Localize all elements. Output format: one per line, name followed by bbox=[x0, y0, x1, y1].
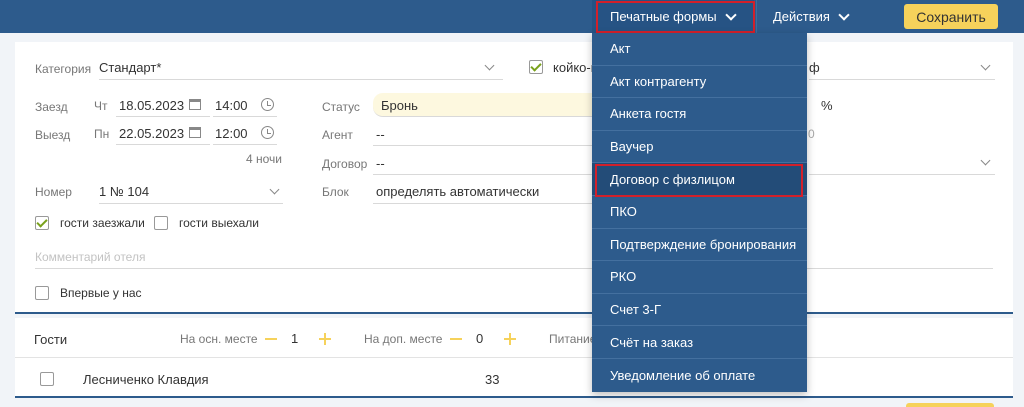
main-place-minus-icon[interactable] bbox=[265, 338, 277, 340]
extra-place-plus-icon[interactable] bbox=[504, 333, 516, 345]
print-forms-menu: Акт Акт контрагенту Анкета гостя Ваучер … bbox=[592, 33, 807, 392]
agent-underline bbox=[373, 145, 605, 146]
actions-button[interactable]: Действия bbox=[756, 0, 866, 33]
menu-item-individual-contract[interactable]: Договор с физлицом bbox=[592, 163, 807, 196]
guests-card: Гости На осн. месте 1 На доп. месте 0 Пи… bbox=[15, 318, 1013, 398]
checkout-time-input[interactable]: 12:00 bbox=[215, 126, 248, 141]
menu-item-act[interactable]: Акт bbox=[592, 33, 807, 66]
checkin-time-underline bbox=[213, 116, 277, 117]
menu-item-booking-confirmation[interactable]: Подтверждение бронирования bbox=[592, 229, 807, 262]
bottom-save-button-edge[interactable] bbox=[906, 403, 994, 407]
chevron-down-icon[interactable] bbox=[980, 155, 991, 166]
first-time-label: Впервые у нас bbox=[60, 286, 142, 300]
status-value: Бронь bbox=[381, 98, 418, 113]
room-underline bbox=[99, 203, 283, 204]
chevron-down-icon[interactable] bbox=[980, 60, 991, 71]
menu-item-pko[interactable]: ПКО bbox=[592, 196, 807, 229]
guests-title: Гости bbox=[34, 332, 68, 347]
extra-place-minus-icon[interactable] bbox=[450, 338, 462, 340]
checkin-date-underline bbox=[116, 116, 210, 117]
guests-checked-in-label: гости заезжали bbox=[60, 216, 145, 230]
block-label: Блок bbox=[322, 185, 349, 199]
contract-label: Договор bbox=[322, 157, 368, 171]
guest-row-checkbox[interactable] bbox=[40, 372, 54, 386]
guest-age: 33 bbox=[485, 372, 500, 387]
clock-icon[interactable] bbox=[261, 98, 274, 111]
checkout-date-underline bbox=[116, 144, 210, 145]
category-select[interactable]: Стандарт* bbox=[99, 60, 161, 75]
guest-name[interactable]: Лесниченко Клавдия bbox=[83, 372, 209, 387]
menu-item-voucher[interactable]: Ваучер bbox=[592, 131, 807, 164]
chevron-down-icon bbox=[838, 8, 850, 21]
calendar-icon[interactable] bbox=[189, 99, 201, 110]
print-forms-button[interactable]: Печатные формы bbox=[592, 0, 754, 33]
actions-label: Действия bbox=[773, 9, 830, 24]
checkout-label: Выезд bbox=[35, 128, 71, 142]
percent-sign: % bbox=[821, 98, 833, 113]
agent-select[interactable]: -- bbox=[376, 127, 385, 142]
extra-place-label: На доп. месте bbox=[364, 332, 443, 346]
menu-item-payment-notice[interactable]: Уведомление об оплате bbox=[592, 359, 807, 392]
category-label: Категория bbox=[35, 62, 92, 76]
menu-item-act-counterparty[interactable]: Акт контрагенту bbox=[592, 66, 807, 99]
agent-label: Агент bbox=[322, 128, 353, 142]
checkin-date-input[interactable]: 18.05.2023 bbox=[119, 98, 184, 113]
first-time-checkbox[interactable] bbox=[35, 286, 49, 300]
chevron-down-icon bbox=[724, 8, 737, 21]
save-button[interactable]: Сохранить bbox=[904, 4, 998, 29]
print-forms-label: Печатные формы bbox=[610, 9, 717, 24]
checkout-date-input[interactable]: 22.05.2023 bbox=[119, 126, 184, 141]
tariff-underline bbox=[809, 79, 995, 80]
chevron-down-icon[interactable] bbox=[269, 184, 280, 195]
contract-right-underline bbox=[809, 174, 995, 175]
block-underline bbox=[373, 203, 605, 204]
booking-card: Категория Стандарт* койко-м ф Заезд Чт 1… bbox=[15, 42, 1013, 314]
menu-item-guest-form[interactable]: Анкета гостя bbox=[592, 98, 807, 131]
guests-checked-out-checkbox[interactable] bbox=[154, 216, 168, 230]
chevron-down-icon[interactable] bbox=[484, 60, 495, 71]
guests-checked-in-checkbox[interactable] bbox=[35, 216, 49, 230]
meals-label: Питание bbox=[549, 332, 597, 346]
menu-item-invoice-3g[interactable]: Счет 3-Г bbox=[592, 294, 807, 327]
main-place-label: На осн. месте bbox=[180, 332, 258, 346]
main-place-plus-icon[interactable] bbox=[319, 333, 331, 345]
agent-right-value: 0 bbox=[808, 127, 815, 141]
block-select[interactable]: определять автоматически bbox=[376, 184, 539, 199]
checkout-day: Пн bbox=[94, 127, 110, 141]
bunk-checkbox[interactable] bbox=[529, 60, 543, 74]
guests-checked-out-label: гости выехали bbox=[179, 216, 259, 230]
menu-item-rko[interactable]: РКО bbox=[592, 261, 807, 294]
nights-count: 4 ночи bbox=[246, 152, 282, 166]
room-select[interactable]: 1 № 104 bbox=[99, 184, 149, 199]
guests-divider bbox=[15, 357, 1013, 358]
calendar-icon[interactable] bbox=[189, 127, 201, 138]
checkin-label: Заезд bbox=[35, 100, 68, 114]
extra-place-count[interactable]: 0 bbox=[476, 331, 483, 346]
clock-icon[interactable] bbox=[261, 126, 274, 139]
checkout-time-underline bbox=[213, 144, 277, 145]
tariff-select[interactable]: ф bbox=[809, 60, 820, 75]
room-label: Номер bbox=[35, 185, 72, 199]
hotel-comment-input[interactable]: Комментарий отеля bbox=[35, 250, 145, 264]
checkin-time-input[interactable]: 14:00 bbox=[215, 98, 248, 113]
top-bar: Печатные формы Действия Сохранить bbox=[0, 0, 1024, 33]
comment-underline bbox=[35, 268, 993, 269]
contract-underline bbox=[373, 174, 605, 175]
category-underline bbox=[99, 79, 503, 80]
checkin-day: Чт bbox=[94, 99, 108, 113]
status-select[interactable]: Бронь bbox=[373, 93, 605, 117]
status-label: Статус bbox=[322, 100, 360, 114]
contract-select[interactable]: -- bbox=[376, 156, 385, 171]
menu-item-order-invoice[interactable]: Счёт на заказ bbox=[592, 326, 807, 359]
main-place-count[interactable]: 1 bbox=[291, 331, 298, 346]
